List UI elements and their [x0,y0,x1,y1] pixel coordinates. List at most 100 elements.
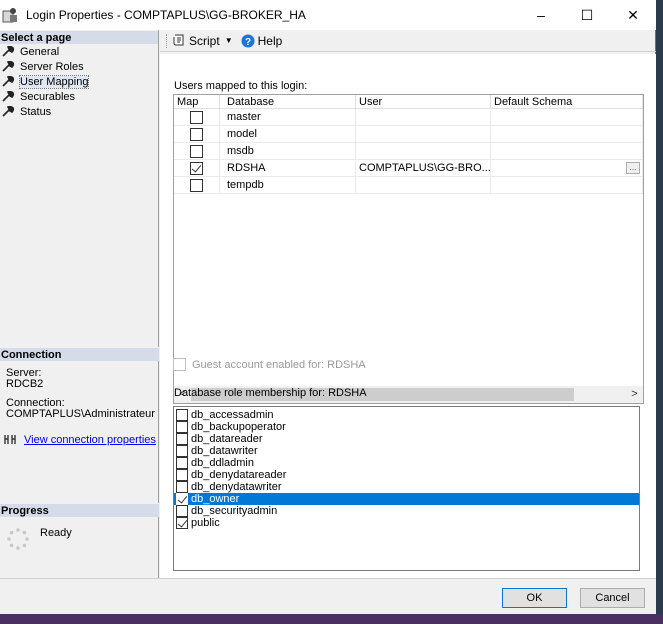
guest-account-row: Guest account enabled for: RDSHA [173,358,366,371]
default-schema-cell[interactable] [491,143,643,159]
list-item[interactable]: db_owner [174,493,639,505]
page-item-label: User Mapping [18,74,90,89]
table-row[interactable]: RDSHA COMPTAPLUS\GG-BRO...... [174,160,643,177]
dialog-footer: OK Cancel [0,578,656,614]
window-title: Login Properties - COMPTAPLUS\GG-BROKER_… [26,8,306,22]
user-cell[interactable] [356,126,491,142]
guest-account-checkbox [173,358,186,371]
wrench-icon [2,106,15,117]
chevron-down-icon[interactable]: ▼ [225,36,233,45]
view-connection-properties-link[interactable]: View connection properties [24,434,156,446]
map-checkbox[interactable] [190,144,203,158]
default-schema-cell[interactable]: ... [491,160,643,176]
role-checkbox[interactable] [176,493,188,505]
column-header-user[interactable]: User [356,95,491,108]
left-pane: Select a page General Server Roles User Ma… [0,30,159,578]
default-schema-cell[interactable] [491,177,643,193]
list-item[interactable]: db_denydatawriter [174,481,639,493]
user-cell[interactable] [356,109,491,125]
role-name: db_accessadmin [191,409,274,421]
list-item[interactable]: db_datareader [174,433,639,445]
role-checkbox[interactable] [176,517,188,529]
default-schema-cell[interactable] [491,126,643,142]
map-checkbox[interactable] [190,127,203,141]
list-item[interactable]: db_ddladmin [174,457,639,469]
cancel-button[interactable]: Cancel [580,588,645,608]
login-properties-app-icon [2,8,17,23]
help-button[interactable]: ? Help [241,33,283,48]
wrench-icon [2,91,15,102]
script-button[interactable]: Script ▼ [173,34,233,48]
role-membership-label: Database role membership for: RDSHA [174,387,367,399]
role-name: db_denydatawriter [191,481,282,493]
help-label: Help [257,33,283,48]
login-properties-window: Login Properties - COMPTAPLUS\GG-BROKER_… [0,0,656,614]
table-row[interactable]: model [174,126,643,143]
help-icon: ? [241,34,255,48]
connection-section: Connection Server: RDCB2 Connection: COM… [0,347,159,446]
role-name: db_datawriter [191,445,258,457]
page-item-securables[interactable]: Securables [0,89,158,104]
role-checkbox[interactable] [176,457,188,469]
page-item-general[interactable]: General [0,44,158,59]
list-item[interactable]: db_datawriter [174,445,639,457]
scroll-right-arrow[interactable]: > [626,386,643,403]
page-item-label: Securables [20,90,76,103]
page-item-status[interactable]: Status [0,104,158,119]
map-cell [174,177,220,193]
page-item-user-mapping[interactable]: User Mapping [0,74,158,89]
user-cell[interactable]: COMPTAPLUS\GG-BRO... [356,160,491,176]
column-header-default-schema[interactable]: Default Schema [491,95,643,108]
map-checkbox[interactable] [190,178,203,192]
view-connection-row[interactable]: View connection properties [0,434,159,446]
list-item[interactable]: db_denydatareader [174,469,639,481]
taskbar-edge [0,614,663,624]
list-item[interactable]: db_accessadmin [174,409,639,421]
role-checkbox[interactable] [176,445,188,457]
database-cell: RDSHA [220,160,356,176]
ok-button[interactable]: OK [502,588,567,608]
list-item[interactable]: public [174,517,639,529]
database-cell: tempdb [220,177,356,193]
user-cell[interactable] [356,143,491,159]
role-checkbox[interactable] [176,421,188,433]
table-row[interactable]: master [174,109,643,126]
page-list: General Server Roles User Mapping Securable… [0,44,158,119]
database-cell: master [220,109,356,125]
role-checkbox[interactable] [176,433,188,445]
page-item-label: General [20,45,60,58]
default-schema-cell[interactable] [491,109,643,125]
map-cell [174,160,220,176]
list-item[interactable]: db_securityadmin [174,505,639,517]
column-header-map[interactable]: Map [174,95,220,108]
maximize-button[interactable]: ☐ [564,0,610,30]
role-name: db_backupoperator [191,421,286,433]
role-name: public [191,517,220,529]
toolbar-grip [166,33,169,48]
progress-header: Progress [0,503,159,517]
role-checkbox[interactable] [176,409,188,421]
role-name: db_datareader [191,433,263,445]
role-name: db_denydatareader [191,469,287,481]
map-cell [174,126,220,142]
table-row[interactable]: msdb [174,143,643,160]
role-checkbox[interactable] [176,481,188,493]
user-mapping-panel: Users mapped to this login: Map Database… [160,54,656,578]
connection-header: Connection [0,347,159,361]
list-item[interactable]: db_backupoperator [174,421,639,433]
browse-schema-button[interactable]: ... [626,162,640,174]
user-cell[interactable] [356,177,491,193]
role-name: db_ddladmin [191,457,254,469]
map-checkbox[interactable] [190,110,203,124]
column-header-database[interactable]: Database [220,95,356,108]
role-checkbox[interactable] [176,505,188,517]
page-item-label: Status [20,105,52,118]
grid-header: Map Database User Default Schema [174,95,643,109]
users-mapped-label: Users mapped to this login: [174,80,308,92]
map-checkbox[interactable] [190,161,203,175]
page-item-server-roles[interactable]: Server Roles [0,59,158,74]
minimize-button[interactable]: – [518,0,564,30]
close-button[interactable]: ✕ [610,0,656,30]
role-checkbox[interactable] [176,469,188,481]
table-row[interactable]: tempdb [174,177,643,194]
